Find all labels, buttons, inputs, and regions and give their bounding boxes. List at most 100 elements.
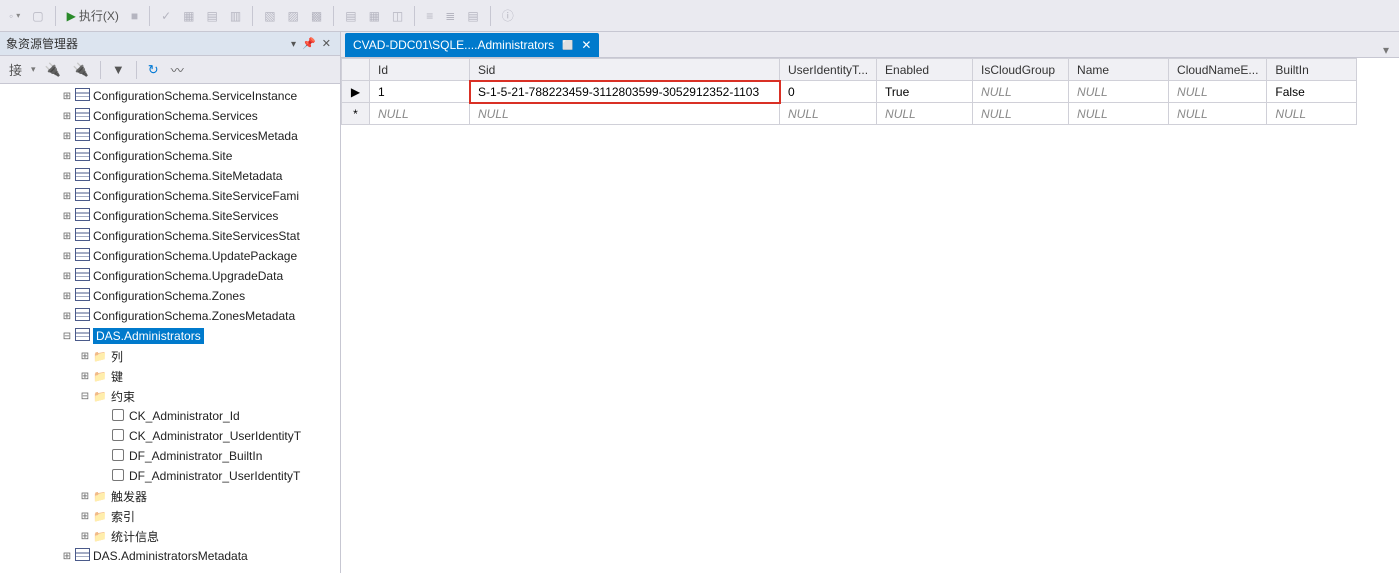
cell[interactable]: NULL — [470, 103, 780, 125]
execute-button[interactable]: ▶ 执行(X) — [62, 4, 124, 27]
expand-icon[interactable]: ⊞ — [60, 151, 74, 162]
tree-node-table[interactable]: ⊞DAS.AdministratorsMetadata — [0, 546, 340, 566]
expand-icon[interactable]: ⊞ — [60, 211, 74, 222]
outdent-button[interactable]: ≣ — [440, 6, 460, 26]
tool-btn-2[interactable]: ▤ — [202, 6, 223, 26]
column-header[interactable]: CloudNameE... — [1169, 59, 1267, 81]
tree-node-folder[interactable]: ⊟约束 — [0, 386, 340, 406]
tree-node-table[interactable]: ⊞ConfigurationSchema.ZonesMetadata — [0, 306, 340, 326]
tool-btn-1[interactable]: ▦ — [178, 6, 199, 26]
cell[interactable]: NULL — [973, 81, 1069, 103]
cell[interactable]: S-1-5-21-788223459-3112803599-3052912352… — [470, 81, 780, 103]
tree-node-table[interactable]: ⊞ConfigurationSchema.SiteMetadata — [0, 166, 340, 186]
expand-icon[interactable]: ⊟ — [78, 391, 92, 402]
expand-icon[interactable]: ⊞ — [60, 191, 74, 202]
cell[interactable]: False — [1267, 81, 1357, 103]
tree-node-constraint[interactable]: CK_Administrator_UserIdentityT — [0, 426, 340, 446]
close-panel-icon[interactable]: ✕ — [319, 37, 334, 50]
stop-button[interactable]: ■ — [126, 6, 143, 26]
tool-btn-5[interactable]: ▨ — [283, 6, 304, 26]
filter-icon[interactable]: ▼ — [109, 60, 128, 79]
tab-administrators[interactable]: CVAD-DDC01\SQLE....Administrators ⬜ ✕ — [345, 33, 599, 57]
cell[interactable]: NULL — [1267, 103, 1357, 125]
cell[interactable]: NULL — [877, 103, 973, 125]
expand-icon[interactable]: ⊞ — [78, 351, 92, 362]
column-header[interactable]: Sid — [470, 59, 780, 81]
nav-back-button[interactable]: ◦▾ — [4, 6, 25, 26]
expand-icon[interactable]: ⊞ — [60, 131, 74, 142]
column-header[interactable]: Enabled — [877, 59, 973, 81]
expand-icon[interactable]: ⊞ — [60, 231, 74, 242]
cell[interactable]: NULL — [1169, 81, 1267, 103]
tree-node-table[interactable]: ⊞ConfigurationSchema.SiteServices — [0, 206, 340, 226]
tool-btn-8[interactable]: ▦ — [364, 6, 385, 26]
expand-icon[interactable]: ⊞ — [60, 171, 74, 182]
dropdown-icon[interactable] — [288, 38, 299, 50]
refresh-icon[interactable]: ↻ — [145, 60, 162, 80]
nav-forward-button[interactable]: ▢ — [27, 6, 48, 26]
tree-node-table[interactable]: ⊞ConfigurationSchema.UpgradeData — [0, 266, 340, 286]
expand-icon[interactable]: ⊞ — [60, 91, 74, 102]
pin-icon[interactable]: 📌 — [299, 37, 319, 50]
expand-icon[interactable]: ⊞ — [60, 111, 74, 122]
expand-icon[interactable]: ⊞ — [60, 291, 74, 302]
tree-node-table[interactable]: ⊞ConfigurationSchema.SiteServicesStat — [0, 226, 340, 246]
column-header[interactable]: Name — [1069, 59, 1169, 81]
cell[interactable]: NULL — [973, 103, 1069, 125]
tree-node-table[interactable]: ⊞ConfigurationSchema.SiteServiceFami — [0, 186, 340, 206]
cell[interactable]: NULL — [1169, 103, 1267, 125]
tree-node-table[interactable]: ⊞ConfigurationSchema.UpdatePackage — [0, 246, 340, 266]
cell[interactable]: NULL — [1069, 103, 1169, 125]
tree-node-folder[interactable]: ⊞索引 — [0, 506, 340, 526]
activity-icon[interactable]: 〰 — [168, 58, 187, 81]
connect-label[interactable]: 接 — [6, 58, 25, 81]
tree-node-folder[interactable]: ⊞触发器 — [0, 486, 340, 506]
tree-node-constraint[interactable]: CK_Administrator_Id — [0, 406, 340, 426]
indent-button[interactable]: ≡ — [421, 6, 438, 26]
tree-node-table[interactable]: ⊞ConfigurationSchema.Services — [0, 106, 340, 126]
expand-icon[interactable]: ⊞ — [78, 371, 92, 382]
row-marker[interactable]: ▶ — [342, 81, 370, 103]
results-grid[interactable]: IdSidUserIdentityT...EnabledIsCloudGroup… — [341, 58, 1399, 573]
tab-pin-icon[interactable]: ⬜ — [562, 40, 573, 51]
expand-icon[interactable]: ⊞ — [78, 491, 92, 502]
expand-icon[interactable]: ⊞ — [60, 251, 74, 262]
tool-btn-6[interactable]: ▩ — [306, 6, 327, 26]
cell[interactable]: True — [877, 81, 973, 103]
tree-node-table[interactable]: ⊞ConfigurationSchema.ServicesMetada — [0, 126, 340, 146]
help-button[interactable]: ⓘ — [497, 4, 519, 27]
tree-node-folder[interactable]: ⊞统计信息 — [0, 526, 340, 546]
tool-btn-9[interactable]: ◫ — [387, 6, 408, 26]
table-row[interactable]: *NULLNULLNULLNULLNULLNULLNULLNULL — [342, 103, 1357, 125]
expand-icon[interactable]: ⊞ — [60, 551, 74, 562]
table-row[interactable]: ▶1S-1-5-21-788223459-3112803599-30529123… — [342, 81, 1357, 103]
column-header[interactable]: BuiltIn — [1267, 59, 1357, 81]
expand-icon[interactable]: ⊞ — [78, 531, 92, 542]
tool-btn-4[interactable]: ▧ — [259, 6, 280, 26]
tool-btn-3[interactable]: ▥ — [225, 6, 246, 26]
column-header[interactable]: UserIdentityT... — [780, 59, 877, 81]
tree-node-table[interactable]: ⊞ConfigurationSchema.Site — [0, 146, 340, 166]
column-header[interactable]: Id — [370, 59, 470, 81]
tree-node-table[interactable]: ⊞ConfigurationSchema.Zones — [0, 286, 340, 306]
expand-icon[interactable]: ⊟ — [60, 331, 74, 342]
cell[interactable]: NULL — [370, 103, 470, 125]
tab-close-icon[interactable]: ✕ — [581, 38, 591, 52]
expand-icon[interactable]: ⊞ — [60, 311, 74, 322]
expand-icon[interactable]: ⊞ — [60, 271, 74, 282]
tree-node-folder[interactable]: ⊞键 — [0, 366, 340, 386]
tree-node-constraint[interactable]: DF_Administrator_UserIdentityT — [0, 466, 340, 486]
tree-node-constraint[interactable]: DF_Administrator_BuiltIn — [0, 446, 340, 466]
disconnect-icon[interactable]: 🔌 — [70, 60, 92, 80]
comment-button[interactable]: ▤ — [462, 6, 483, 26]
cell[interactable]: 0 — [780, 81, 877, 103]
tree-node-table[interactable]: ⊞ConfigurationSchema.ServiceInstance — [0, 86, 340, 106]
expand-icon[interactable]: ⊞ — [78, 511, 92, 522]
tool-btn-7[interactable]: ▤ — [340, 6, 361, 26]
object-explorer-tree[interactable]: ⊞ConfigurationSchema.ServiceInstance⊞Con… — [0, 84, 340, 573]
connect-icon[interactable]: 🔌 — [42, 60, 64, 80]
tab-nav-dropdown-icon[interactable]: ▾ — [1383, 43, 1389, 57]
tree-node-folder[interactable]: ⊞列 — [0, 346, 340, 366]
cell[interactable]: 1 — [370, 81, 470, 103]
column-header[interactable]: IsCloudGroup — [973, 59, 1069, 81]
